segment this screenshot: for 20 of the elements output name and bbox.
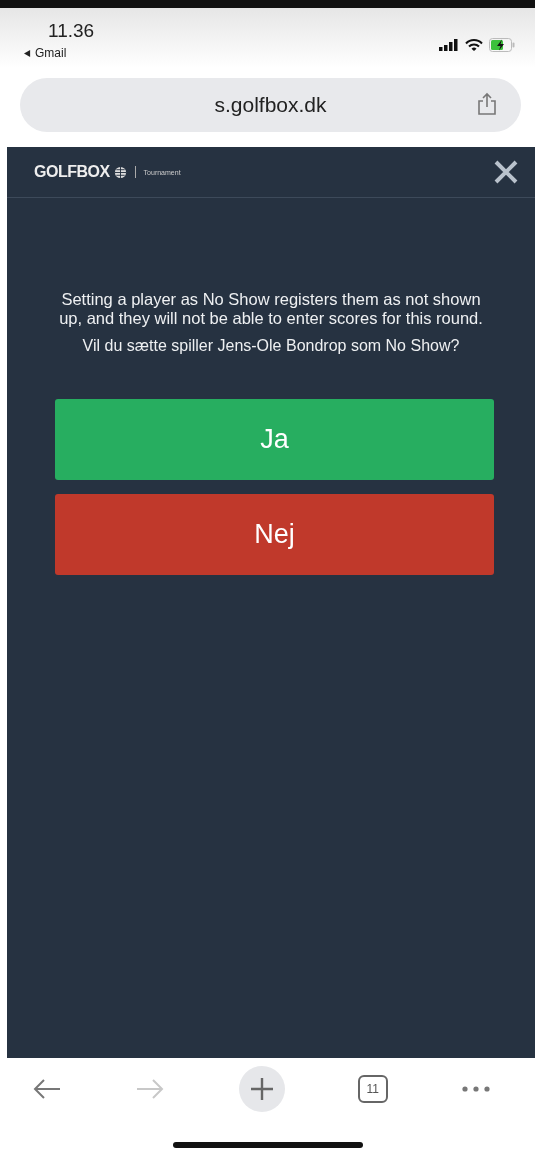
signal-icon	[439, 39, 459, 51]
logo-text: GOLFBOX	[34, 163, 110, 181]
more-icon[interactable]	[461, 1085, 491, 1093]
dialog-question: Vil du sætte spiller Jens-Ole Bondrop som No Show?	[81, 336, 461, 355]
cancel-button[interactable]: Nej	[55, 494, 494, 575]
new-tab-button[interactable]	[238, 1066, 285, 1112]
battery-charging-icon	[489, 38, 515, 52]
url-text: s.golfbox.dk	[214, 93, 327, 117]
dialog-message: Setting a player as No Show registers them as not shown up, and they will not be able to enter scores for this round.	[58, 290, 484, 328]
back-triangle-icon[interactable]	[24, 49, 31, 57]
plus-icon	[249, 1077, 274, 1101]
wifi-icon	[465, 38, 483, 52]
back-app-link[interactable]: Gmail	[35, 46, 67, 60]
status-time: 11.36	[47, 20, 95, 42]
globe-icon	[113, 165, 127, 179]
close-icon[interactable]	[493, 159, 519, 185]
tab-count-button[interactable]: 11	[357, 1075, 388, 1103]
address-bar[interactable]: s.golfbox.dk	[20, 78, 521, 132]
back-arrow-icon[interactable]	[32, 1078, 62, 1100]
share-icon[interactable]	[477, 92, 497, 116]
